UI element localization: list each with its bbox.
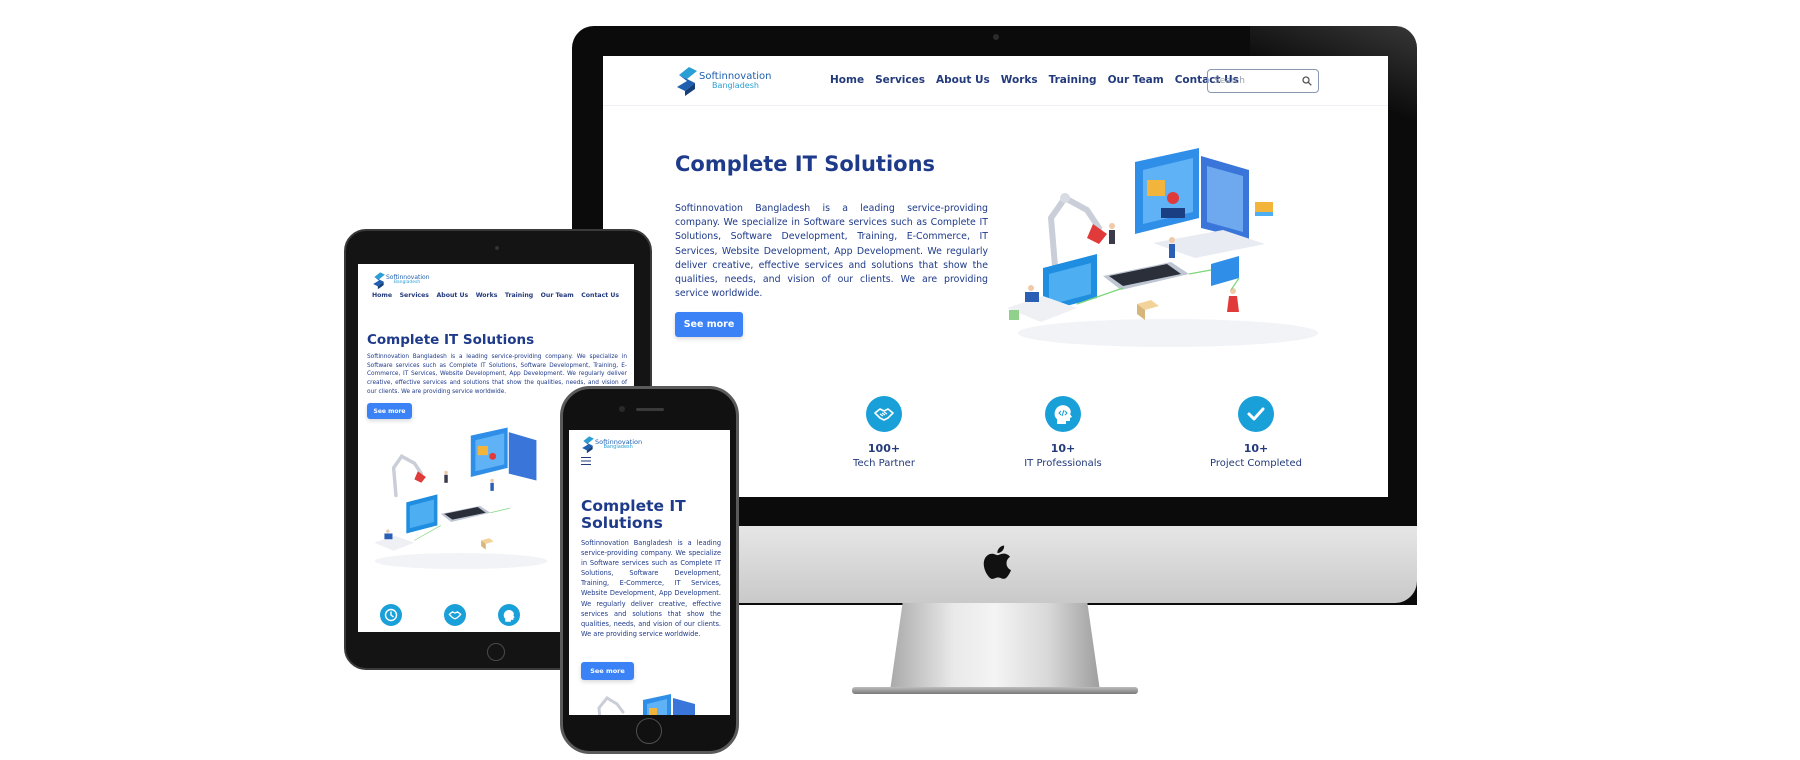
brand-s-icon [582, 436, 594, 454]
search-icon[interactable] [1302, 76, 1312, 86]
see-more-button[interactable]: See more [581, 662, 634, 680]
checkmark-icon [1247, 407, 1265, 421]
imac-stand-neck [890, 603, 1100, 691]
nav-contact-us[interactable]: Contact Us [581, 292, 619, 299]
brand-s-icon [677, 67, 697, 96]
stat-icon-circle [1045, 396, 1081, 432]
stat-head-code [498, 604, 520, 626]
search-input[interactable] [1214, 76, 1302, 86]
brand-logo[interactable]: Softinnovation Bangladesh [675, 65, 772, 97]
stat-project-completed: 10+ Project Completed [1196, 396, 1316, 469]
imac-camera [993, 34, 999, 40]
stat-value: 10+ [1050, 442, 1076, 455]
brand-sub: Bangladesh [603, 444, 633, 451]
nav-works[interactable]: Works [476, 292, 498, 299]
isometric-it-illustration [374, 427, 548, 570]
isometric-it-illustration [597, 694, 695, 715]
hero-title: Complete IT Solutions [581, 497, 686, 532]
imac-stand-foot [852, 687, 1138, 694]
stat-label: IT Professionals [1024, 458, 1102, 469]
head-code-icon [503, 609, 515, 622]
stat-icon-circle [380, 604, 402, 626]
stat-clock [380, 604, 402, 626]
stat-icon-circle [866, 396, 902, 432]
nav-services[interactable]: Services [875, 74, 925, 86]
brand-logo[interactable]: Softinnovation Bangladesh [581, 435, 642, 454]
ipad-home-button [487, 643, 505, 661]
see-more-button[interactable]: See more [367, 403, 412, 419]
stat-tech-partner: 100+ Tech Partner [824, 396, 944, 469]
brand-sub: Bangladesh [393, 280, 421, 286]
stat-handshake [444, 604, 466, 626]
stat-it-professionals: 10+ IT Professionals [1003, 396, 1123, 469]
stat-label: Tech Partner [853, 458, 915, 469]
hamburger-menu-icon[interactable] [581, 457, 591, 465]
handshake-icon [448, 611, 462, 620]
stat-label: Project Completed [1210, 458, 1302, 469]
hero-title: Complete IT Solutions [675, 152, 936, 176]
stat-value: 10+ [1243, 442, 1269, 455]
handshake-icon [874, 408, 894, 421]
hero-description: Softinnovation Bangladesh is a leading s… [581, 539, 721, 638]
iphone-screen: Softinnovation Bangladesh Complete IT So… [569, 430, 730, 715]
search-box [1207, 69, 1319, 93]
ipad-camera [495, 246, 499, 250]
nav-about-us[interactable]: About Us [436, 292, 468, 299]
isometric-it-illustration [1007, 148, 1318, 347]
nav-services[interactable]: Services [400, 292, 429, 299]
nav-our-team[interactable]: Our Team [1108, 74, 1164, 86]
brand-s-icon [373, 272, 385, 290]
stat-icon-circle [498, 604, 520, 626]
site-header: Softinnovation Bangladesh Home Services … [603, 56, 1388, 106]
nav-about-us[interactable]: About Us [936, 74, 990, 86]
brand-sub: Bangladesh [712, 81, 759, 90]
nav-works[interactable]: Works [1001, 74, 1038, 86]
stat-icon-circle [444, 604, 466, 626]
nav-home[interactable]: Home [372, 292, 392, 299]
apple-logo-icon [983, 545, 1011, 579]
nav-our-team[interactable]: Our Team [541, 292, 574, 299]
main-nav: Home Services About Us Works Training Ou… [830, 74, 1239, 86]
clock-icon [384, 608, 398, 622]
brand-logo[interactable]: Softinnovation Bangladesh [372, 271, 430, 290]
hero-title: Complete IT Solutions [367, 332, 535, 348]
iphone-home-button [636, 718, 662, 744]
hero-description: Softinnovation Bangladesh is a leading s… [675, 203, 988, 300]
stat-value: 100+ [867, 442, 901, 455]
stat-icon-circle [1238, 396, 1274, 432]
main-nav: Home Services About Us Works Training Ou… [372, 292, 619, 299]
iphone-camera [619, 406, 625, 412]
nav-home[interactable]: Home [830, 74, 864, 86]
iphone-speaker [636, 408, 664, 411]
head-code-icon [1054, 405, 1072, 424]
nav-training[interactable]: Training [1049, 74, 1097, 86]
nav-training[interactable]: Training [505, 292, 533, 299]
see-more-button[interactable]: See more [675, 312, 743, 337]
